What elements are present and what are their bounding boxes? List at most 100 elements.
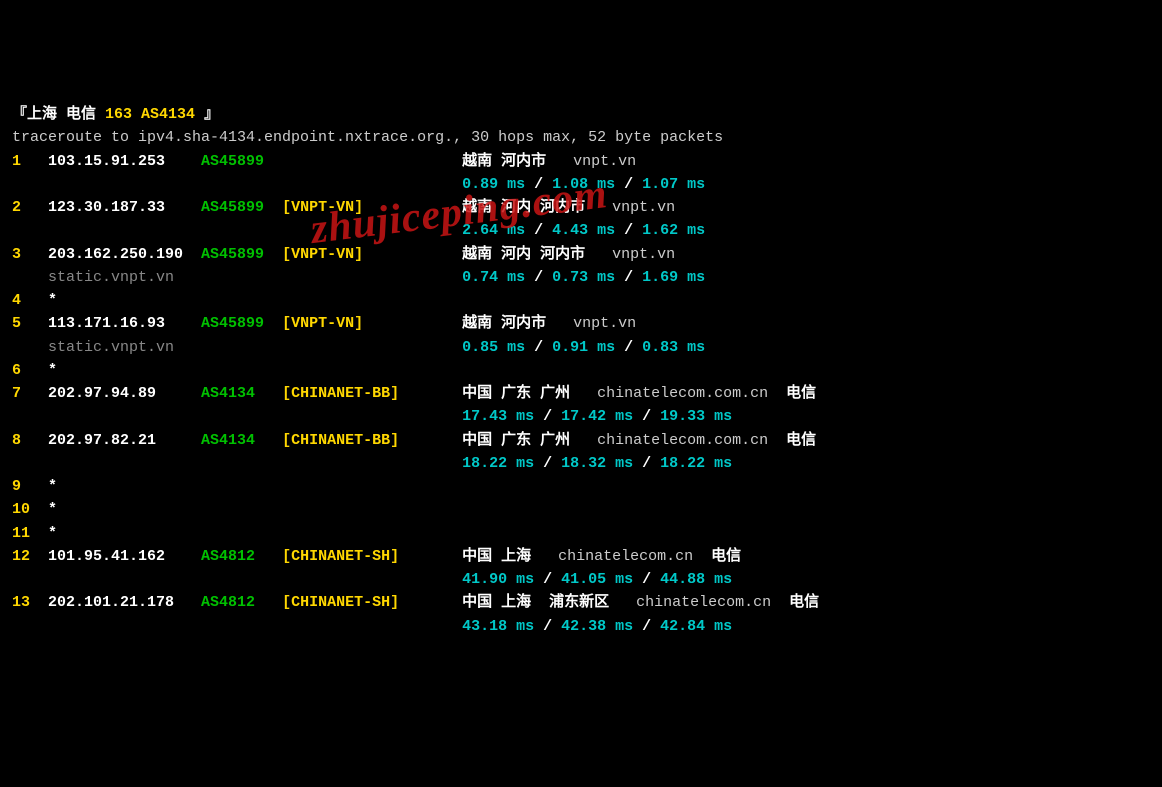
hop-domain: chinatelecom.com.cn <box>597 432 786 449</box>
hop-number: 5 <box>12 315 48 332</box>
hop-ip: 123.30.187.33 <box>48 199 201 216</box>
spacer <box>12 408 462 425</box>
hop-time3: 18.22 ms <box>660 455 732 472</box>
traceroute-command: traceroute to ipv4.sha-4134.endpoint.nxt… <box>12 129 723 146</box>
spacer <box>12 269 48 286</box>
sep: / <box>615 269 642 286</box>
hop-location: 越南 河内市 <box>462 153 573 170</box>
sep: / <box>615 339 642 356</box>
hop-number: 4 <box>12 292 48 309</box>
terminal-line: 12 101.95.41.162 AS4812 [CHINANET-SH] 中国… <box>12 545 1150 568</box>
hop-ip: 113.171.16.93 <box>48 315 201 332</box>
header-bracket-close: 』 <box>204 106 219 123</box>
terminal-line: 43.18 ms / 42.38 ms / 42.84 ms <box>12 615 1150 638</box>
hop-time3: 0.83 ms <box>642 339 705 356</box>
hop-domain: vnpt.vn <box>612 199 675 216</box>
hop-isp: 电信 <box>786 385 816 402</box>
hop-domain: chinatelecom.cn <box>636 594 789 611</box>
hop-asn: AS45899 <box>201 246 282 263</box>
hop-ip: 101.95.41.162 <box>48 548 201 565</box>
sep: / <box>534 618 561 635</box>
hop-tag: [VNPT-VN] <box>282 315 426 332</box>
hop-rdns: static.vnpt.vn <box>48 339 174 356</box>
terminal-line: 13 202.101.21.178 AS4812 [CHINANET-SH] 中… <box>12 591 1150 614</box>
hop-time1: 2.64 ms <box>462 222 525 239</box>
hop-timeout: * <box>48 292 57 309</box>
hop-domain: chinatelecom.com.cn <box>597 385 786 402</box>
hop-asn: AS45899 <box>201 315 282 332</box>
hop-number: 13 <box>12 594 48 611</box>
terminal-output: 『上海 电信 163 AS4134 』 traceroute to ipv4.sh… <box>12 103 1150 638</box>
terminal-line: 2.64 ms / 4.43 ms / 1.62 ms <box>12 219 1150 242</box>
hop-number: 10 <box>12 501 48 518</box>
header-bracket-open: 『 <box>12 106 27 123</box>
hop-time1: 17.43 ms <box>462 408 534 425</box>
sep: / <box>525 339 552 356</box>
terminal-line: 18.22 ms / 18.32 ms / 18.22 ms <box>12 452 1150 475</box>
hop-asn: AS4812 <box>201 548 282 565</box>
hop-isp: 电信 <box>786 432 816 449</box>
hop-number: 11 <box>12 525 48 542</box>
spacer <box>12 618 462 635</box>
header-asn: 163 AS4134 <box>96 106 204 123</box>
hop-domain: vnpt.vn <box>573 153 636 170</box>
spacer <box>12 176 462 193</box>
terminal-line: 1 103.15.91.253 AS45899 越南 河内市 vnpt.vn <box>12 150 1150 173</box>
hop-asn: AS4134 <box>201 432 282 449</box>
sep: / <box>615 176 642 193</box>
terminal-line: 9 * <box>12 475 1150 498</box>
terminal-line: 3 203.162.250.190 AS45899 [VNPT-VN] 越南 河… <box>12 243 1150 266</box>
sep: / <box>534 408 561 425</box>
sep: / <box>525 269 552 286</box>
hop-domain: vnpt.vn <box>612 246 675 263</box>
terminal-line: 5 113.171.16.93 AS45899 [VNPT-VN] 越南 河内市… <box>12 312 1150 335</box>
hop-time1: 0.74 ms <box>462 269 525 286</box>
terminal-line: 10 * <box>12 498 1150 521</box>
hop-location: 中国 广东 广州 <box>462 432 597 449</box>
hop-asn: AS45899 <box>201 199 282 216</box>
header-title: 上海 电信 <box>27 106 96 123</box>
sep: / <box>615 222 642 239</box>
terminal-line: 4 * <box>12 289 1150 312</box>
sep: / <box>534 455 561 472</box>
hop-timeout: * <box>48 362 57 379</box>
hop-ip: 202.97.94.89 <box>48 385 201 402</box>
hop-number: 2 <box>12 199 48 216</box>
hop-time2: 4.43 ms <box>552 222 615 239</box>
hop-number: 1 <box>12 153 48 170</box>
spacer <box>12 339 48 356</box>
hop-time1: 0.85 ms <box>462 339 525 356</box>
hop-rdns: static.vnpt.vn <box>48 269 174 286</box>
hop-tag <box>282 153 426 170</box>
hop-time2: 41.05 ms <box>561 571 633 588</box>
hop-time1: 18.22 ms <box>462 455 534 472</box>
hop-time3: 1.69 ms <box>642 269 705 286</box>
hop-timeout: * <box>48 525 57 542</box>
sep: / <box>633 618 660 635</box>
hop-time1: 41.90 ms <box>462 571 534 588</box>
spacer <box>174 269 462 286</box>
hop-location: 越南 河内 河内市 <box>462 199 612 216</box>
spacer <box>426 246 462 263</box>
hop-location: 中国 上海 <box>462 548 558 565</box>
hop-asn: AS45899 <box>201 153 282 170</box>
spacer <box>426 432 462 449</box>
hop-isp: 电信 <box>789 594 819 611</box>
terminal-line: 7 202.97.94.89 AS4134 [CHINANET-BB] 中国 广… <box>12 382 1150 405</box>
hop-tag: [CHINANET-SH] <box>282 594 426 611</box>
hop-time3: 1.07 ms <box>642 176 705 193</box>
terminal-line: traceroute to ipv4.sha-4134.endpoint.nxt… <box>12 126 1150 149</box>
spacer <box>426 385 462 402</box>
hop-number: 9 <box>12 478 48 495</box>
hop-location: 中国 上海 浦东新区 <box>462 594 636 611</box>
hop-tag: [CHINANET-SH] <box>282 548 426 565</box>
hop-timeout: * <box>48 501 57 518</box>
hop-location: 中国 广东 广州 <box>462 385 597 402</box>
spacer <box>174 339 462 356</box>
spacer <box>426 594 462 611</box>
hop-time3: 1.62 ms <box>642 222 705 239</box>
hop-time2: 1.08 ms <box>552 176 615 193</box>
hop-domain: chinatelecom.cn <box>558 548 711 565</box>
hop-ip: 202.101.21.178 <box>48 594 201 611</box>
spacer <box>12 571 462 588</box>
